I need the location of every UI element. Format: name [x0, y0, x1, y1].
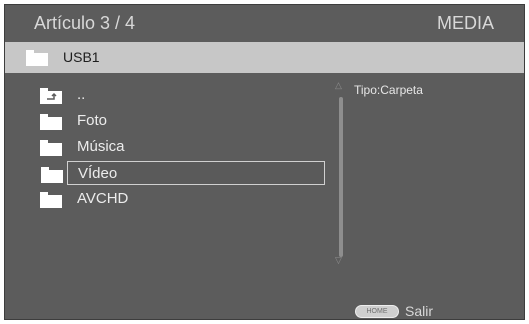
list-item-video[interactable]: VÍdeo — [41, 161, 325, 185]
path-bar: USB1 — [5, 42, 524, 73]
list-item-parent[interactable]: .. — [40, 83, 325, 107]
list-item-musica[interactable]: Música — [40, 135, 325, 159]
scroll-down-icon[interactable]: ▽ — [335, 255, 342, 266]
scrollbar[interactable] — [339, 97, 343, 257]
list-item-label: VÍdeo — [78, 165, 118, 182]
folder-icon — [40, 140, 62, 156]
list-item-label: Música — [77, 138, 125, 155]
mode-label: MEDIA — [436, 13, 494, 33]
folder-icon — [26, 50, 48, 66]
list-item-label: Foto — [77, 112, 108, 129]
file-list: .. Foto Música VÍdeo AVCHD — [5, 83, 335, 243]
list-item-label: .. — [77, 86, 86, 103]
scroll-up-icon[interactable]: △ — [335, 80, 342, 91]
current-path: USB1 — [63, 49, 100, 65]
media-browser-screen: Artículo 3 / 4 MEDIA USB1 .. Foto Música… — [4, 4, 525, 320]
home-action-label: Salir — [405, 303, 434, 319]
item-counter: Artículo 3 / 4 — [34, 13, 136, 33]
home-button-icon: HOME — [355, 305, 399, 318]
item-type-info: Tipo:Carpeta — [354, 83, 423, 97]
list-item-avchd[interactable]: AVCHD — [40, 187, 325, 211]
list-item-label: AVCHD — [77, 190, 129, 207]
folder-icon — [40, 114, 62, 130]
parent-folder-icon — [40, 88, 62, 104]
folder-icon — [40, 192, 62, 208]
folder-icon — [41, 167, 63, 183]
title-bar: Artículo 3 / 4 MEDIA — [5, 5, 524, 41]
list-item-foto[interactable]: Foto — [40, 109, 325, 133]
